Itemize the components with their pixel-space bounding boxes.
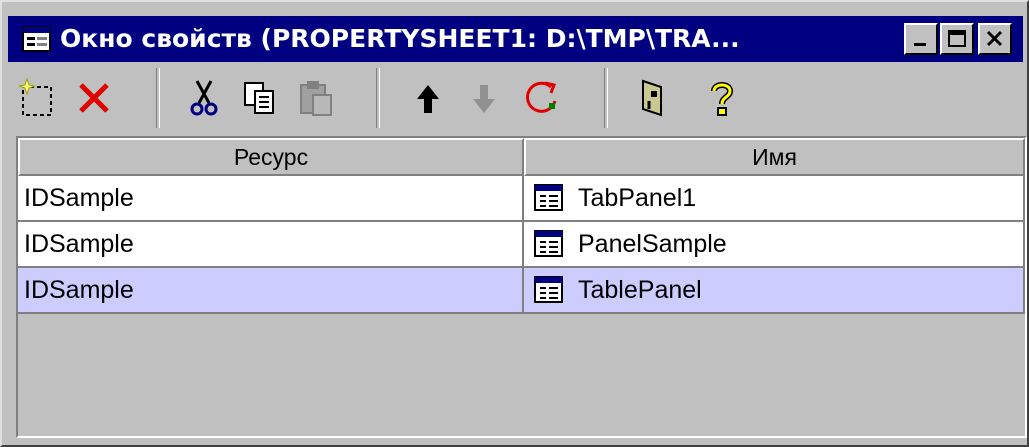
refresh-button[interactable]: [518, 74, 566, 122]
table-row[interactable]: IDSample TabPanel1: [18, 176, 1025, 222]
table-row[interactable]: IDSample PanelSample: [18, 222, 1025, 268]
properties-icon: [642, 79, 662, 117]
move-up-button[interactable]: [404, 74, 452, 122]
copy-button[interactable]: [236, 74, 284, 122]
cut-button[interactable]: [180, 74, 228, 122]
copy-icon: [244, 82, 274, 114]
new-button[interactable]: [14, 74, 62, 122]
resource-table: Ресурс Имя IDSample TabPanel1 IDSample P…: [16, 136, 1027, 438]
resource-cell: IDSample: [18, 176, 524, 222]
maximize-icon: [948, 30, 966, 47]
name-cell: TabPanel1: [524, 176, 1025, 222]
maximize-button[interactable]: [940, 23, 974, 55]
toolbar-separator: [376, 68, 380, 128]
toolbar-separator: [156, 68, 160, 128]
name-cell: PanelSample: [524, 222, 1025, 268]
close-icon: [986, 30, 1003, 47]
property-sheet-window: Окно свойств (PROPERTYSHEET1: D:\TMP\TRA…: [0, 0, 1029, 447]
paste-button[interactable]: [292, 74, 340, 122]
name-cell: TablePanel: [524, 268, 1025, 314]
help-icon: [711, 82, 734, 116]
delete-icon: [79, 83, 109, 113]
column-header-resource[interactable]: Ресурс: [18, 138, 524, 176]
title-bar[interactable]: Окно свойств (PROPERTYSHEET1: D:\TMP\TRA…: [8, 16, 1023, 62]
name-text: PanelSample: [578, 230, 727, 258]
move-down-button[interactable]: [460, 74, 508, 122]
help-button[interactable]: [698, 74, 746, 122]
toolbar-separator: [604, 68, 608, 128]
resource-cell: IDSample: [18, 268, 524, 314]
window-app-icon: [22, 26, 51, 52]
panel-icon: [534, 276, 563, 303]
refresh-icon: [526, 81, 557, 113]
column-header-name[interactable]: Имя: [524, 138, 1025, 176]
move-down-icon: [473, 85, 495, 113]
table-row-selected[interactable]: IDSample TablePanel: [18, 268, 1025, 314]
paste-icon: [300, 81, 332, 116]
toolbar: [8, 64, 1023, 136]
resource-cell: IDSample: [18, 222, 524, 268]
delete-button[interactable]: [70, 74, 118, 122]
panel-icon: [534, 230, 563, 257]
panel-icon: [534, 184, 563, 211]
window-title: Окно свойств (PROPERTYSHEET1: D:\TMP\TRA…: [60, 24, 740, 53]
minimize-icon: [914, 43, 926, 46]
name-text: TablePanel: [578, 276, 702, 304]
move-up-icon: [417, 85, 439, 113]
properties-button[interactable]: [628, 74, 676, 122]
new-icon: [18, 77, 52, 116]
close-button[interactable]: [978, 23, 1012, 55]
minimize-button[interactable]: [904, 23, 938, 55]
name-text: TabPanel1: [578, 184, 697, 212]
cut-icon: [190, 80, 218, 116]
